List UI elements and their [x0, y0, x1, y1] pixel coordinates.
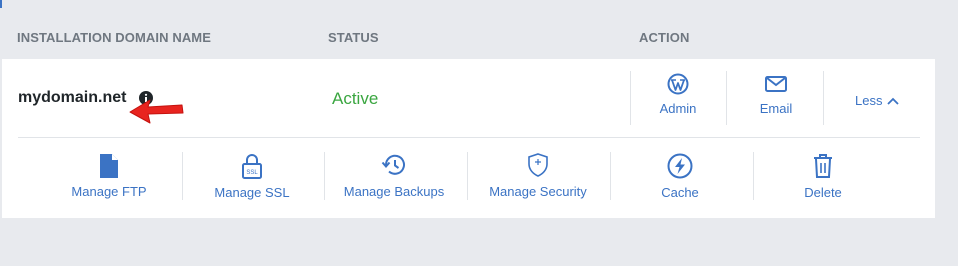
divider [823, 71, 824, 125]
chevron-up-icon [887, 97, 900, 105]
page-edge-line [0, 0, 2, 8]
admin-label: Admin [659, 101, 697, 116]
divider [324, 152, 325, 200]
cache-button[interactable]: Cache [628, 153, 732, 200]
envelope-icon [765, 76, 787, 92]
status-text: Active [332, 89, 379, 108]
admin-button[interactable]: Admin [650, 73, 706, 116]
header-status: STATUS [328, 30, 379, 45]
header-action: ACTION [639, 30, 690, 45]
divider [726, 71, 727, 125]
manage-ssl-button[interactable]: SSL Manage SSL [200, 153, 304, 200]
divider [610, 152, 611, 200]
action-toolbar: Manage FTP SSL Manage SSL Manage Backups [2, 138, 935, 218]
manage-backups-label: Manage Backups [343, 184, 445, 199]
divider [182, 152, 183, 200]
annotation-arrow [129, 99, 184, 124]
column-headers: INSTALLATION DOMAIN NAME STATUS ACTION [0, 28, 958, 48]
less-label: Less [855, 93, 883, 108]
wordpress-icon [667, 73, 689, 95]
divider [467, 152, 468, 200]
manage-security-button[interactable]: Manage Security [482, 152, 594, 199]
manage-ftp-button[interactable]: Manage FTP [57, 153, 161, 199]
divider [753, 152, 754, 200]
delete-button[interactable]: Delete [771, 153, 875, 200]
cache-label: Cache [661, 185, 699, 200]
installation-card: mydomain.net Active Admin Email Less Man… [2, 59, 935, 218]
email-button[interactable]: Email [748, 73, 804, 116]
email-label: Email [759, 101, 793, 116]
domain-name: mydomain.net [18, 89, 127, 106]
delete-label: Delete [804, 185, 842, 200]
manage-ftp-label: Manage FTP [71, 184, 147, 199]
less-toggle[interactable]: Less [855, 93, 900, 108]
svg-text:SSL: SSL [246, 170, 258, 176]
ssl-lock-icon: SSL [242, 154, 262, 179]
shield-icon [528, 153, 548, 177]
divider [630, 71, 631, 125]
header-domain: INSTALLATION DOMAIN NAME [17, 30, 212, 45]
manage-ssl-label: Manage SSL [214, 185, 290, 200]
manage-security-label: Manage Security [489, 184, 587, 199]
file-icon [100, 154, 118, 178]
manage-backups-button[interactable]: Manage Backups [342, 153, 446, 199]
history-clock-icon [381, 154, 405, 175]
lightning-icon [667, 153, 693, 179]
trash-icon [814, 154, 832, 178]
